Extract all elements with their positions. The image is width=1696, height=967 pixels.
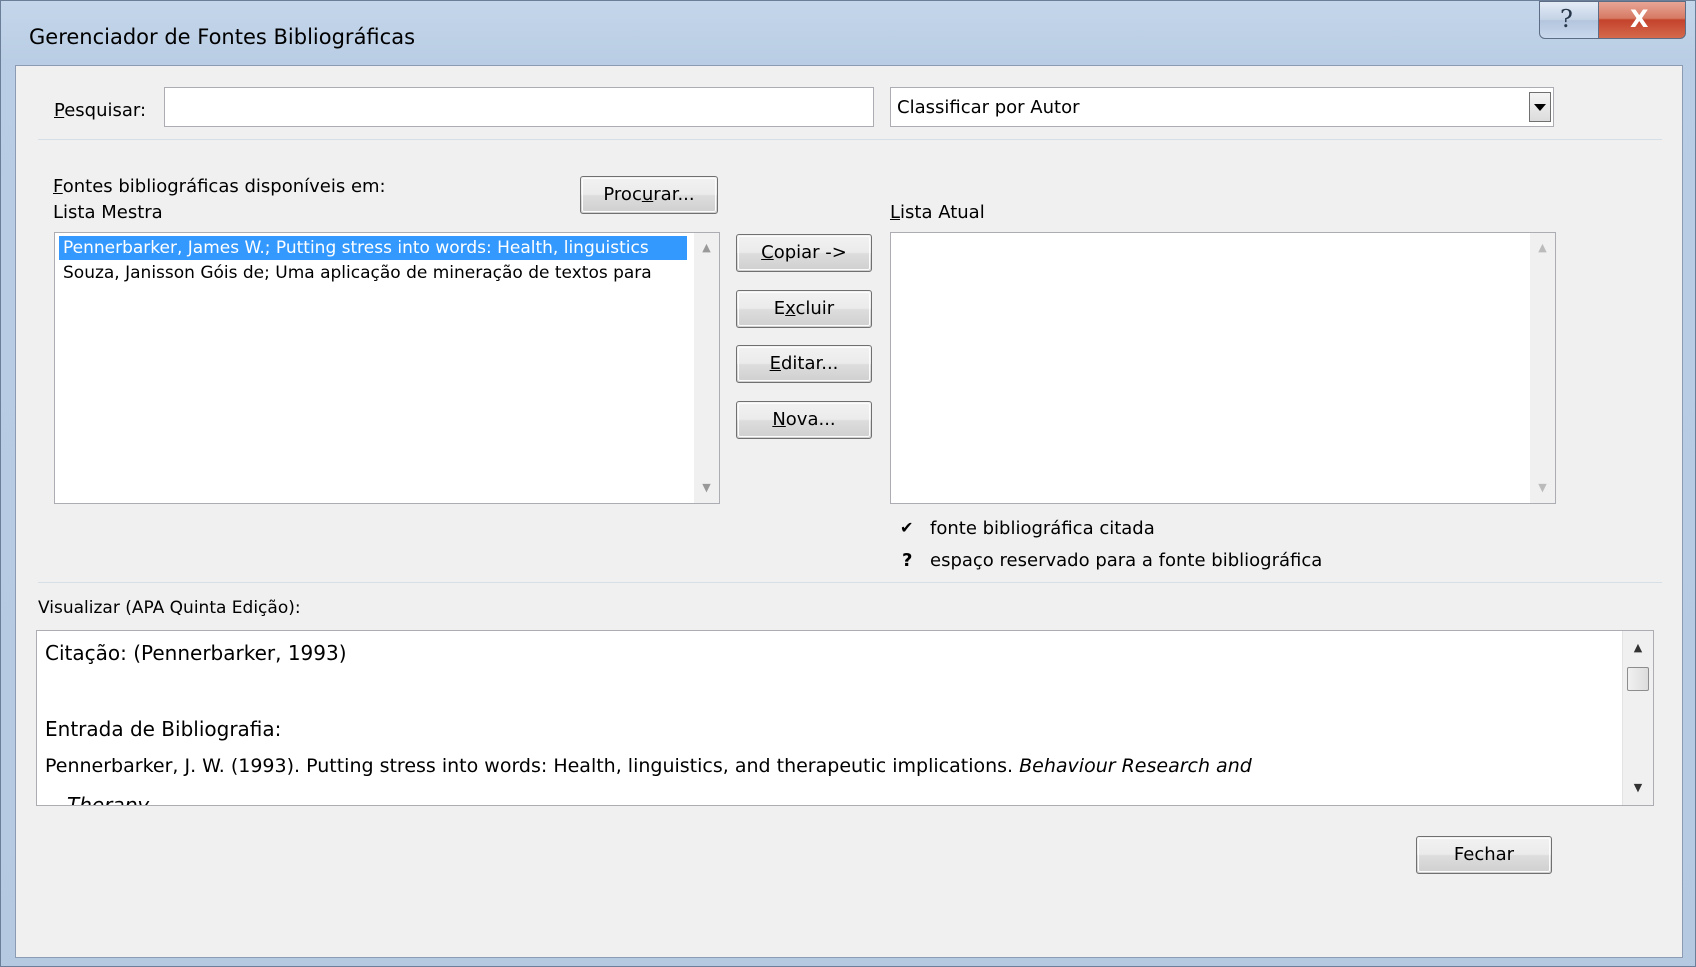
- question-mark-icon: ?: [902, 550, 913, 571]
- dialog-window: Gerenciador de Fontes Bibliográficas ? X…: [0, 0, 1696, 967]
- new-button[interactable]: Nova...: [736, 401, 872, 439]
- scroll-up-icon[interactable]: ▲: [1530, 237, 1555, 259]
- list-item[interactable]: Pennerbarker, James W.; Putting stress i…: [59, 236, 687, 260]
- scroll-down-icon[interactable]: ▼: [1623, 777, 1653, 799]
- scroll-thumb[interactable]: [1627, 667, 1649, 691]
- list-item[interactable]: Souza, Janisson Góis de; Uma aplicação d…: [59, 261, 687, 285]
- title-bar[interactable]: Gerenciador de Fontes Bibliográficas ? X: [1, 1, 1696, 65]
- preview-pane[interactable]: Citação: (Pennerbarker, 1993) Entrada de…: [36, 630, 1654, 806]
- checkmark-icon: ✔: [900, 518, 914, 537]
- citation-text: Citação: (Pennerbarker, 1993): [45, 641, 347, 665]
- copy-button[interactable]: Copiar ->: [736, 234, 872, 272]
- preview-label: Visualizar (APA Quinta Edição):: [38, 598, 301, 618]
- master-list-label: Lista Mestra: [53, 202, 163, 223]
- browse-button[interactable]: Procurar...: [580, 176, 718, 214]
- close-icon: X: [1630, 5, 1649, 33]
- dropdown-arrow-button[interactable]: [1529, 92, 1551, 122]
- bibliography-heading: Entrada de Bibliografia:: [45, 717, 282, 741]
- current-list[interactable]: ▲ ▼: [890, 232, 1556, 504]
- master-list[interactable]: Pennerbarker, James W.; Putting stress i…: [54, 232, 720, 504]
- separator: [38, 582, 1662, 583]
- sort-selected-value: Classificar por Autor: [897, 97, 1080, 118]
- scroll-up-icon[interactable]: ▲: [694, 237, 719, 259]
- scroll-up-icon[interactable]: ▲: [1623, 637, 1653, 659]
- current-list-label: Lista Atual: [890, 202, 985, 223]
- scroll-down-icon[interactable]: ▼: [694, 477, 719, 499]
- preview-scrollbar[interactable]: ▲ ▼: [1622, 631, 1653, 805]
- legend-placeholder-text: espaço reservado para a fonte bibliográf…: [930, 550, 1323, 571]
- current-list-scrollbar[interactable]: ▲ ▼: [1530, 233, 1555, 503]
- dialog-client-area: Pesquisar: Classificar por Autor Fontes …: [15, 65, 1683, 958]
- sort-dropdown[interactable]: Classificar por Autor: [890, 87, 1554, 127]
- search-input[interactable]: [164, 87, 874, 127]
- edit-button[interactable]: Editar...: [736, 345, 872, 383]
- close-window-button[interactable]: X: [1598, 1, 1686, 39]
- chevron-down-icon: [1534, 103, 1546, 111]
- delete-button[interactable]: Excluir: [736, 290, 872, 328]
- window-title: Gerenciador de Fontes Bibliográficas: [29, 25, 416, 49]
- legend-cited-text: fonte bibliográfica citada: [930, 518, 1155, 539]
- sources-heading: Fontes bibliográficas disponíveis em:: [53, 176, 386, 197]
- bibliography-entry-continued: Therapy: [67, 793, 150, 806]
- search-label: Pesquisar:: [54, 100, 147, 121]
- close-button[interactable]: Fechar: [1416, 836, 1552, 874]
- bibliography-entry: Pennerbarker, J. W. (1993). Putting stre…: [45, 755, 1252, 777]
- separator: [38, 139, 1662, 140]
- help-button[interactable]: ?: [1539, 1, 1599, 39]
- scroll-down-icon[interactable]: ▼: [1530, 477, 1555, 499]
- help-icon: ?: [1560, 5, 1573, 33]
- master-list-scrollbar[interactable]: ▲ ▼: [694, 233, 719, 503]
